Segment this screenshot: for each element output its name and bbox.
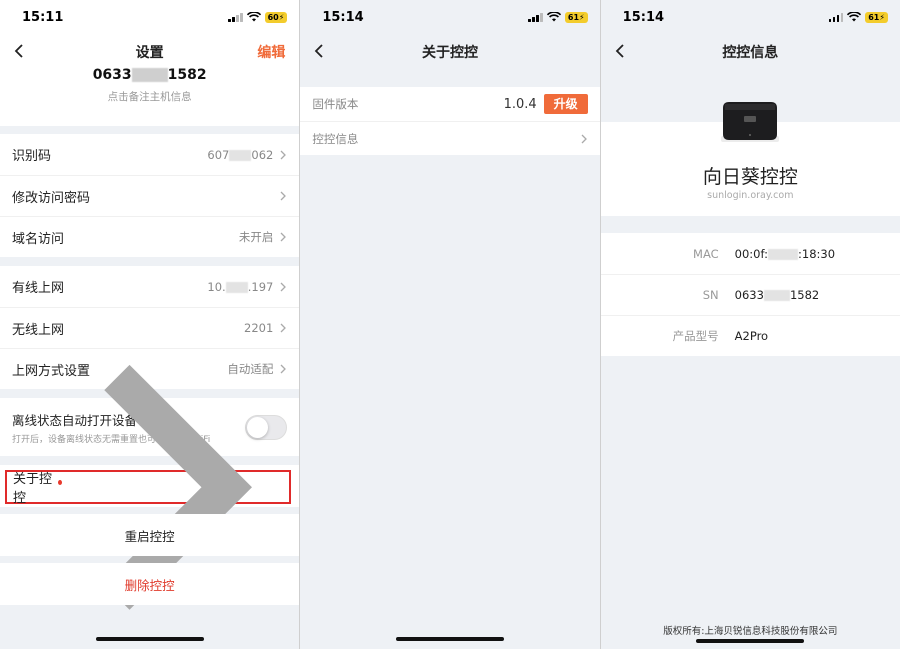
- row-wireless-network[interactable]: 无线上网 2201: [0, 307, 300, 348]
- nav-bar: 控控信息: [601, 34, 900, 70]
- row-label: 识别码: [12, 149, 52, 164]
- chevron-right-icon: [280, 282, 287, 291]
- host-note-hint[interactable]: 点击备注主机信息: [0, 89, 299, 104]
- row-about[interactable]: 关于控控: [5, 364, 292, 610]
- status-time: 15:14: [322, 9, 364, 25]
- signal-icon: [528, 12, 543, 22]
- row-id-code[interactable]: 识别码 607 062: [0, 134, 300, 175]
- row-firmware: 固件版本 1.0.4 升级: [300, 87, 600, 121]
- row-label: 域名访问: [12, 231, 65, 247]
- home-indicator: [95, 637, 204, 641]
- info-value: 00:0f::18:30: [734, 246, 836, 261]
- back-icon[interactable]: [611, 41, 631, 61]
- chevron-right-icon: [280, 323, 287, 333]
- page-title: 控控信息: [722, 45, 779, 61]
- redacted-block: [131, 68, 168, 82]
- signal-icon: [228, 12, 243, 22]
- screen-about: 15:14 61⚡ 关于控控 固件版本 1.0.4 升级 控控信息: [300, 0, 600, 649]
- edit-button[interactable]: 编辑: [257, 42, 285, 62]
- host-id[interactable]: 0633 1582: [0, 67, 299, 83]
- status-time: 15:11: [22, 9, 64, 25]
- wifi-icon: [546, 12, 561, 22]
- row-label: 固件版本: [312, 97, 359, 111]
- signal-icon: [828, 12, 844, 22]
- row-value: 10. .197: [207, 279, 274, 294]
- row-label: 控控信息: [312, 131, 359, 146]
- row-wired-network[interactable]: 有线上网 10. .197: [0, 266, 300, 307]
- nav-bar: 关于控控: [300, 34, 599, 70]
- about-list: 固件版本 1.0.4 升级 控控信息: [300, 87, 600, 155]
- status-bar: 15:11 60⚡: [0, 0, 299, 34]
- battery-level: 60: [267, 12, 279, 22]
- row-change-password[interactable]: 修改访问密码: [0, 175, 300, 216]
- status-time: 15:14: [622, 9, 665, 25]
- copyright-text: 版权所有:上海贝锐信息科技股份有限公司: [663, 626, 838, 637]
- row-value: 未开启: [238, 230, 274, 244]
- battery-icon: 61⚡: [564, 11, 588, 23]
- upgrade-button[interactable]: 升级: [543, 94, 588, 114]
- status-bar: 15:14 61⚡: [300, 0, 599, 34]
- row-value: 607 062: [207, 147, 274, 162]
- chevron-right-icon: [280, 191, 287, 201]
- row-label: 无线上网: [12, 322, 65, 338]
- row-label: 有线上网: [12, 281, 65, 296]
- settings-group-1: 识别码 607 062 修改访问密码 域名访问 未开启: [0, 134, 300, 257]
- info-row-mac: MAC 00:0f::18:30: [600, 233, 900, 274]
- device-info-list: MAC 00:0f::18:30 SN 0633 1582 产品型号 A2Pro: [600, 233, 900, 356]
- info-key: MAC: [693, 246, 719, 261]
- nav-bar: 设置 编辑: [0, 34, 299, 70]
- screens: 15:11 60⚡ 设置 编辑 0633 1582 点击备注主机信息 识别码 60…: [0, 0, 900, 649]
- page-title: 关于控控: [421, 45, 478, 61]
- row-device-info[interactable]: 控控信息: [300, 121, 600, 155]
- redacted-block: [225, 281, 248, 293]
- redacted-block: [763, 290, 790, 301]
- host-id-suffix: 1582: [167, 67, 207, 83]
- row-value: 2201: [244, 321, 274, 335]
- wifi-icon: [847, 12, 862, 22]
- redacted-block: [229, 149, 252, 161]
- home-indicator: [395, 637, 504, 641]
- product-url: sunlogin.oray.com: [707, 190, 794, 201]
- info-value: 0633 1582: [734, 288, 820, 302]
- redacted-block: [768, 248, 798, 260]
- info-key: 产品型号: [672, 329, 719, 343]
- product-name: 向日葵控控: [702, 166, 798, 188]
- battery-icon: 60⚡: [264, 11, 288, 23]
- restart-button[interactable]: 重启控控: [0, 514, 300, 556]
- battery-level: 61: [868, 12, 880, 22]
- battery-level: 61: [567, 12, 580, 22]
- back-icon[interactable]: [10, 41, 30, 61]
- device-image: [720, 102, 779, 142]
- firmware-version: 1.0.4: [503, 96, 537, 112]
- status-bar: 15:14 61⚡: [601, 0, 900, 34]
- chevron-right-icon: [280, 150, 287, 159]
- info-row-model: 产品型号 A2Pro: [600, 315, 900, 356]
- wifi-icon: [246, 12, 261, 22]
- row-label: 关于控控: [13, 472, 53, 506]
- home-indicator: [696, 639, 805, 643]
- row-domain-access[interactable]: 域名访问 未开启: [0, 216, 300, 257]
- host-id-prefix: 0633: [92, 67, 132, 83]
- back-icon[interactable]: [310, 41, 330, 61]
- screen-device-info: 15:14 61⚡ 控控信息 向日葵控控 sunlogin.oray.com M…: [600, 0, 900, 649]
- screen-settings: 15:11 60⚡ 设置 编辑 0633 1582 点击备注主机信息 识别码 60…: [0, 0, 300, 649]
- info-value: A2Pro: [734, 329, 769, 343]
- page-title: 设置: [135, 45, 164, 61]
- row-label: 修改访问密码: [12, 190, 91, 206]
- battery-icon: 61⚡: [865, 11, 888, 23]
- chevron-right-icon: [280, 232, 287, 242]
- info-key: SN: [702, 288, 719, 302]
- chevron-right-icon: [581, 134, 587, 143]
- info-row-sn: SN 0633 1582: [600, 274, 900, 315]
- delete-button[interactable]: 删除控控: [0, 563, 300, 605]
